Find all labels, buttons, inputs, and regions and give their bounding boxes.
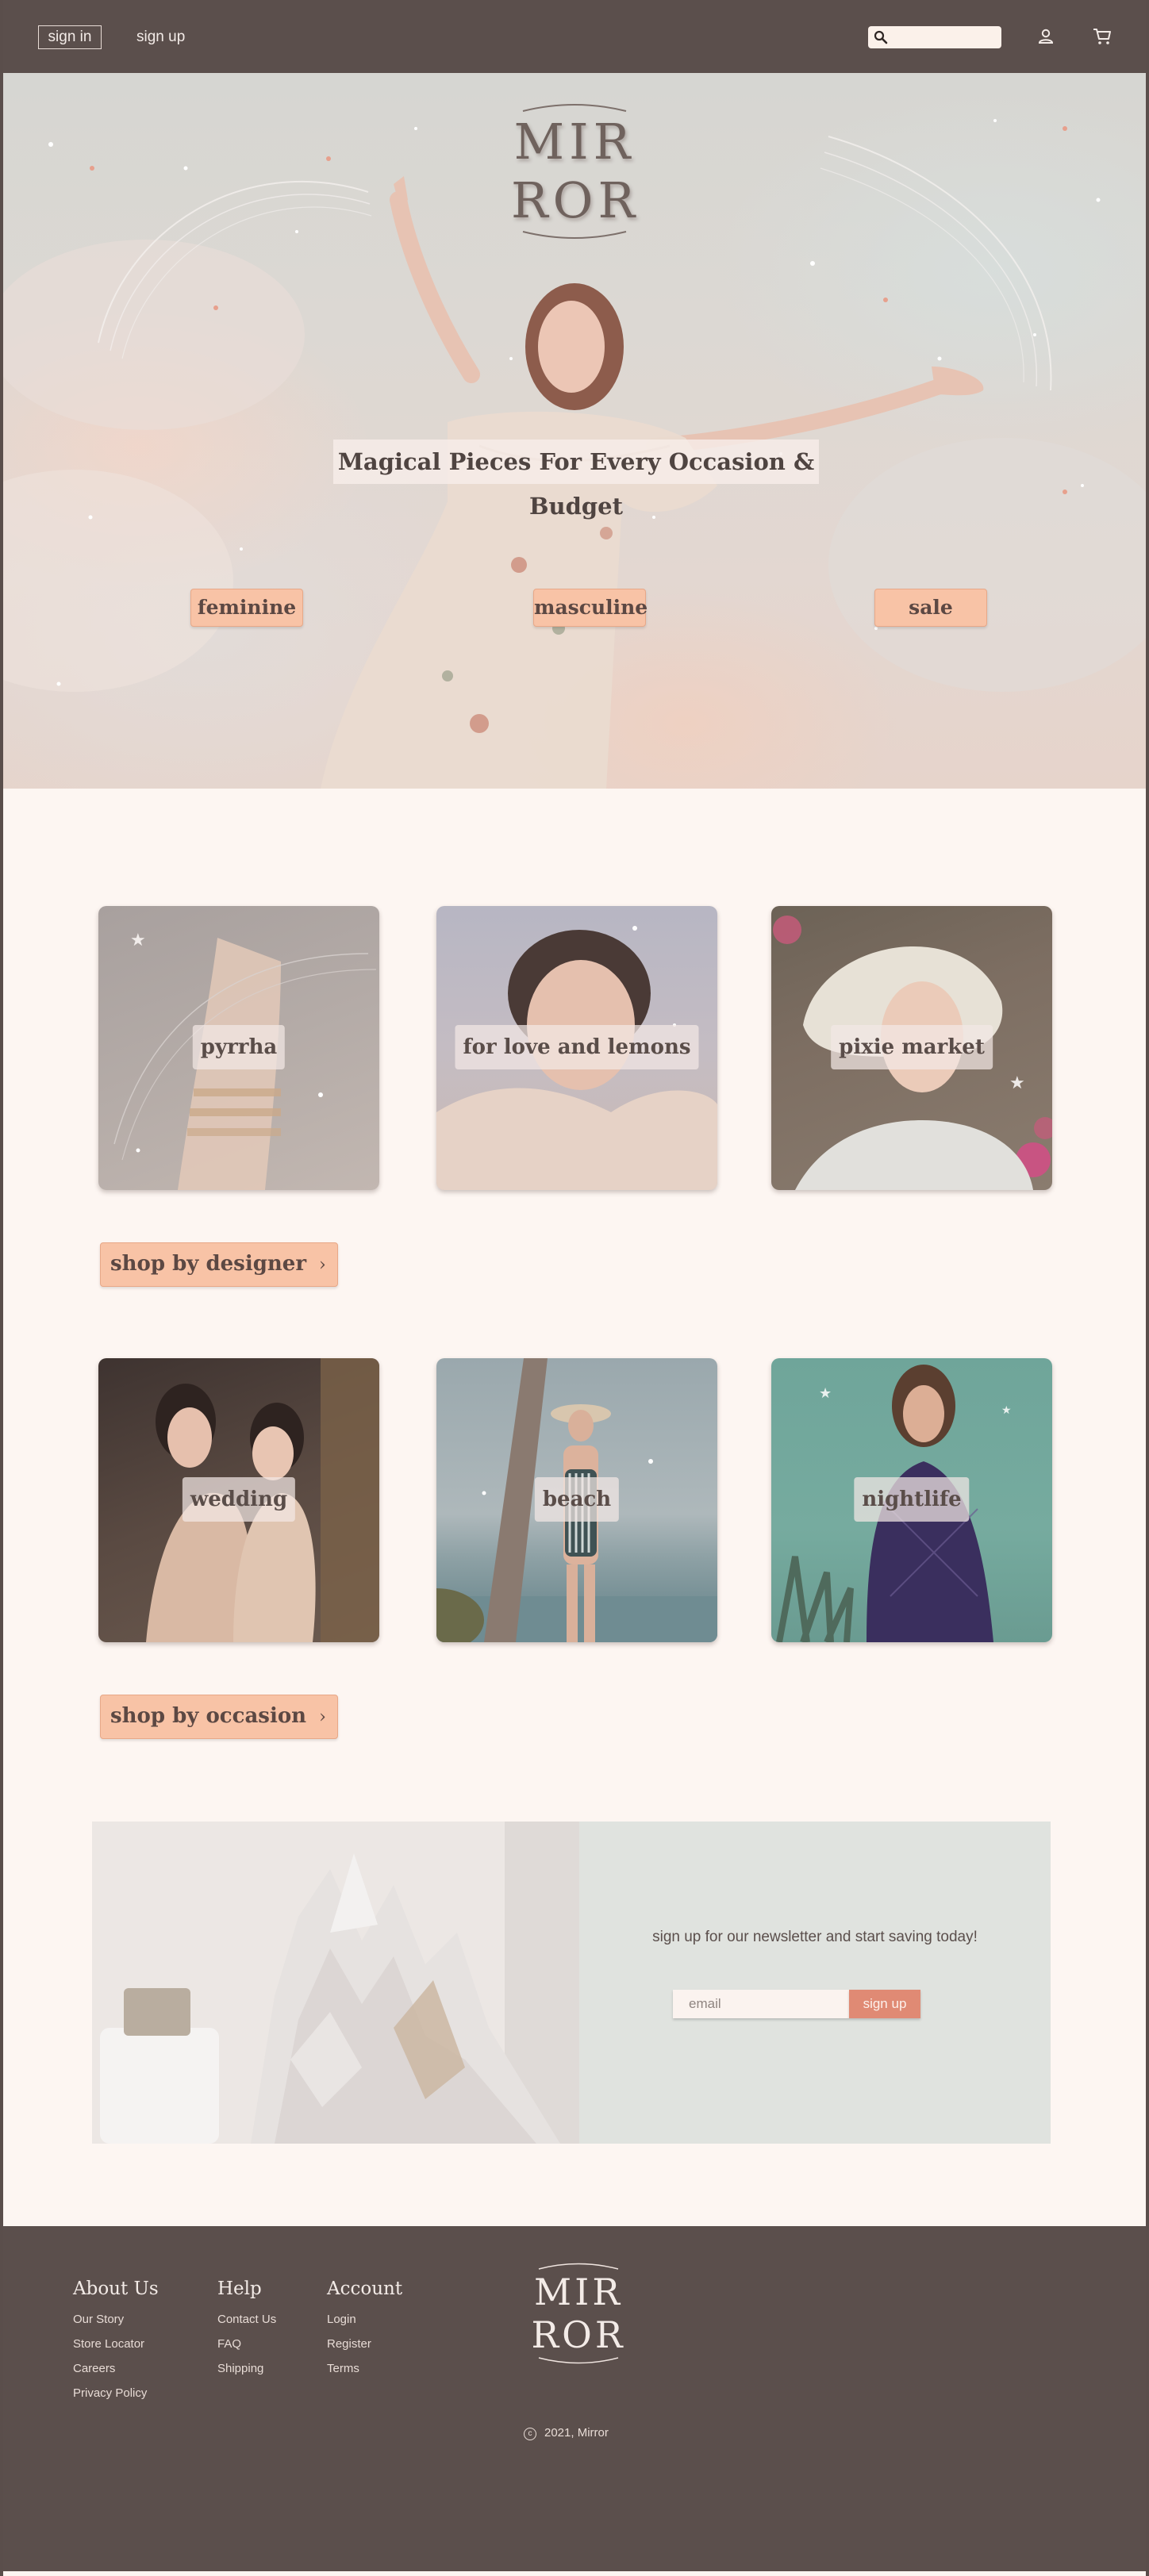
search-icon[interactable] bbox=[873, 29, 889, 45]
sign-in-button[interactable]: sign in bbox=[38, 25, 102, 49]
newsletter-text: sign up for our newsletter and start sav… bbox=[652, 1929, 978, 1945]
chevron-right-icon: › bbox=[319, 1255, 326, 1275]
hero-logo: MIR ROR bbox=[511, 102, 638, 260]
footer-heading: Account bbox=[327, 2278, 403, 2299]
footer-column-help: Help Contact Us FAQ Shipping bbox=[217, 2278, 276, 2381]
search-box[interactable] bbox=[868, 26, 1001, 48]
card-label: nightlife bbox=[854, 1477, 970, 1522]
top-nav: sign in sign up bbox=[3, 0, 1146, 73]
occasion-card-beach[interactable]: beach bbox=[436, 1358, 717, 1642]
svg-text:★: ★ bbox=[819, 1385, 832, 1401]
newsletter-signup-button[interactable]: sign up bbox=[849, 1990, 920, 2018]
footer-column-account: Account Login Register Terms bbox=[327, 2278, 402, 2381]
logo-line-1: MIR bbox=[513, 113, 636, 171]
chevron-right-icon: › bbox=[319, 1707, 326, 1727]
cart-icon[interactable] bbox=[1092, 27, 1112, 46]
newsletter-email-input[interactable] bbox=[673, 1990, 849, 2018]
footer-logo-line-1: MIR bbox=[534, 2271, 623, 2313]
occasion-card-wedding[interactable]: wedding bbox=[98, 1358, 379, 1642]
designer-card-pixie-market[interactable]: ★ pixie market bbox=[771, 906, 1052, 1190]
footer-link-our-story[interactable]: Our Story bbox=[73, 2307, 159, 2332]
sale-button[interactable]: sale bbox=[874, 589, 987, 627]
footer-heading: Help bbox=[217, 2278, 262, 2299]
card-label: pyrrha bbox=[192, 1025, 286, 1069]
svg-text:★: ★ bbox=[1001, 1403, 1012, 1416]
card-label: pixie market bbox=[831, 1025, 993, 1069]
cta-label: shop by occasion bbox=[110, 1704, 307, 1728]
designer-card-for-love-and-lemons[interactable]: for love and lemons bbox=[436, 906, 717, 1190]
svg-text:★: ★ bbox=[1009, 1073, 1025, 1092]
feminine-button[interactable]: feminine bbox=[190, 589, 303, 627]
copyright-icon: c bbox=[524, 2428, 536, 2440]
footer-column-about: About Us Our Story Store Locator Careers… bbox=[73, 2278, 159, 2405]
user-icon[interactable] bbox=[1036, 27, 1055, 46]
footer-link-careers[interactable]: Careers bbox=[73, 2356, 159, 2381]
hero-banner: MIR ROR Magical Pieces For Every Occasio… bbox=[3, 73, 1146, 789]
occasion-card-nightlife[interactable]: ★ ★ nightlife bbox=[771, 1358, 1052, 1642]
masculine-button[interactable]: masculine bbox=[533, 589, 648, 627]
footer-logo: MIR ROR bbox=[527, 2261, 630, 2366]
card-label: for love and lemons bbox=[455, 1025, 699, 1069]
card-label: beach bbox=[534, 1477, 620, 1522]
footer-heading: About Us bbox=[73, 2278, 159, 2299]
footer: About Us Our Story Store Locator Careers… bbox=[3, 2226, 1146, 2571]
footer-link-store-locator[interactable]: Store Locator bbox=[73, 2332, 159, 2356]
card-label: wedding bbox=[182, 1477, 296, 1522]
hero-tagline: Magical Pieces For Every Occasion & Budg… bbox=[333, 440, 819, 520]
footer-link-privacy-policy[interactable]: Privacy Policy bbox=[73, 2381, 159, 2405]
newsletter-panel: sign up for our newsletter and start sav… bbox=[579, 1822, 1051, 2144]
footer-link-login[interactable]: Login bbox=[327, 2307, 402, 2332]
footer-link-register[interactable]: Register bbox=[327, 2332, 402, 2356]
footer-link-faq[interactable]: FAQ bbox=[217, 2332, 276, 2356]
copyright: c 2021, Mirror bbox=[524, 2426, 609, 2440]
search-input[interactable] bbox=[890, 28, 997, 47]
footer-link-contact-us[interactable]: Contact Us bbox=[217, 2307, 276, 2332]
svg-text:★: ★ bbox=[130, 930, 146, 950]
shop-by-occasion-button[interactable]: shop by occasion › bbox=[100, 1695, 338, 1739]
designer-card-pyrrha[interactable]: ★ pyrrha bbox=[98, 906, 379, 1190]
cta-label: shop by designer bbox=[110, 1252, 307, 1276]
footer-link-shipping[interactable]: Shipping bbox=[217, 2356, 276, 2381]
footer-logo-line-2: ROR bbox=[531, 2313, 626, 2356]
logo-line-2: ROR bbox=[511, 171, 640, 229]
footer-link-terms[interactable]: Terms bbox=[327, 2356, 402, 2381]
shop-by-designer-button[interactable]: shop by designer › bbox=[100, 1242, 338, 1287]
newsletter-image bbox=[92, 1822, 579, 2144]
copyright-text: 2021, Mirror bbox=[544, 2426, 609, 2440]
sign-up-link[interactable]: sign up bbox=[136, 25, 185, 49]
